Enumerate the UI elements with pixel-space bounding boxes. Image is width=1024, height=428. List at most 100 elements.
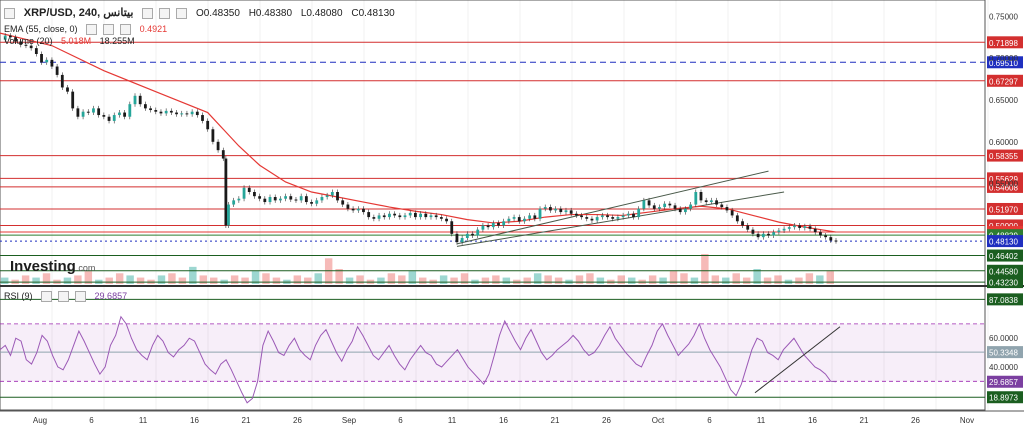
time-tick-label: 11	[757, 416, 766, 425]
price-candle	[138, 95, 142, 105]
price-candle	[216, 141, 220, 151]
price-candle	[346, 204, 350, 209]
price-candle	[367, 212, 371, 218]
rsi-pane	[0, 298, 985, 404]
collapse-icon[interactable]	[4, 7, 15, 19]
logo-suffix: .com	[75, 263, 96, 273]
settings-icon[interactable]	[103, 24, 115, 36]
price-candle	[642, 200, 646, 209]
volume-bar	[722, 277, 730, 284]
volume-bar	[701, 254, 709, 284]
price-candle	[118, 112, 121, 116]
price-candle	[180, 113, 184, 115]
time-tick-label: 26	[293, 416, 302, 425]
price-candle	[512, 217, 516, 219]
price-candle	[798, 225, 802, 228]
volume-bar	[659, 277, 667, 284]
price-candle	[40, 54, 43, 63]
price-candle	[419, 213, 422, 218]
price-candle	[491, 222, 495, 228]
price-candle	[149, 108, 152, 111]
price-candle	[476, 229, 480, 236]
volume-bar	[304, 277, 312, 284]
price-candles	[3, 33, 838, 245]
price-levels	[0, 41, 985, 283]
price-candle	[211, 129, 215, 142]
close-icon[interactable]	[75, 291, 87, 303]
volume-bar	[816, 275, 824, 284]
time-tick-label: Sep	[342, 416, 357, 425]
price-candle	[263, 198, 267, 203]
price-level-label: 0.58355	[989, 152, 1018, 161]
ema-line	[0, 32, 837, 233]
price-candle	[793, 225, 796, 228]
price-candle	[502, 221, 506, 226]
volume-bar	[74, 275, 82, 284]
price-candle	[528, 215, 532, 219]
time-tick-label: 16	[808, 416, 817, 425]
time-tick-label: 21	[551, 416, 560, 425]
price-candle	[507, 218, 511, 222]
price-candle	[154, 110, 158, 112]
volume-bar	[230, 275, 239, 284]
price-candle	[445, 218, 448, 222]
price-candle	[258, 196, 262, 199]
price-chart[interactable]: 0.718980.695100.672970.583550.556290.546…	[0, 0, 1024, 428]
price-candle	[767, 233, 770, 236]
time-tick-label: Aug	[33, 416, 47, 425]
price-candle	[465, 233, 469, 238]
volume-bar	[105, 277, 113, 284]
ohlc-low: L0.48080	[300, 8, 343, 19]
price-candle	[746, 225, 750, 230]
ohlc-open: O0.48350	[195, 8, 240, 19]
price-candle	[819, 232, 822, 236]
volume-bar	[32, 277, 40, 284]
time-tick-label: 21	[860, 416, 869, 425]
price-candle	[497, 222, 500, 226]
eye-icon[interactable]	[142, 7, 154, 19]
eye-icon[interactable]	[41, 291, 53, 303]
symbol-title: XRP/USD, 240, بيتانس	[23, 7, 134, 19]
price-candle	[55, 66, 59, 75]
volume-bar	[492, 275, 500, 284]
volume-bar	[21, 275, 30, 284]
rsi-tick-label: 60.0000	[989, 334, 1018, 343]
price-candle	[684, 208, 687, 213]
volume-bar	[377, 277, 385, 284]
volume-bar	[189, 266, 197, 284]
price-candle	[398, 215, 402, 218]
price-candle	[471, 233, 474, 236]
price-tick-label: 0.75000	[989, 12, 1018, 21]
price-candle	[611, 217, 615, 219]
time-tick-label: 16	[499, 416, 508, 425]
price-candle	[517, 217, 521, 222]
price-candle	[284, 196, 287, 199]
price-candle	[268, 197, 272, 203]
time-tick-label: 6	[89, 416, 94, 425]
price-candle	[29, 45, 33, 49]
rsi-tick-label: 18.8973	[989, 394, 1018, 403]
close-icon[interactable]	[176, 7, 188, 19]
settings-icon[interactable]	[58, 291, 70, 303]
price-candle	[704, 200, 708, 203]
price-candle	[813, 228, 817, 233]
price-candle	[224, 158, 228, 226]
price-candle	[808, 226, 812, 229]
price-candle	[694, 192, 698, 205]
settings-icon[interactable]	[159, 7, 171, 19]
ema-value: 0.4921	[139, 24, 168, 34]
price-candle	[647, 200, 651, 206]
price-candle	[76, 108, 80, 117]
time-tick-label: Nov	[960, 416, 974, 425]
price-candle	[735, 215, 739, 222]
price-candle	[538, 208, 542, 219]
price-candle	[761, 233, 765, 238]
price-candle	[185, 113, 189, 115]
ema-series	[0, 32, 837, 233]
price-candle	[481, 225, 485, 230]
volume-bar	[199, 275, 207, 284]
volume-bar	[617, 275, 625, 284]
close-icon[interactable]	[120, 24, 132, 36]
price-candle	[554, 208, 558, 211]
eye-icon[interactable]	[86, 24, 98, 36]
